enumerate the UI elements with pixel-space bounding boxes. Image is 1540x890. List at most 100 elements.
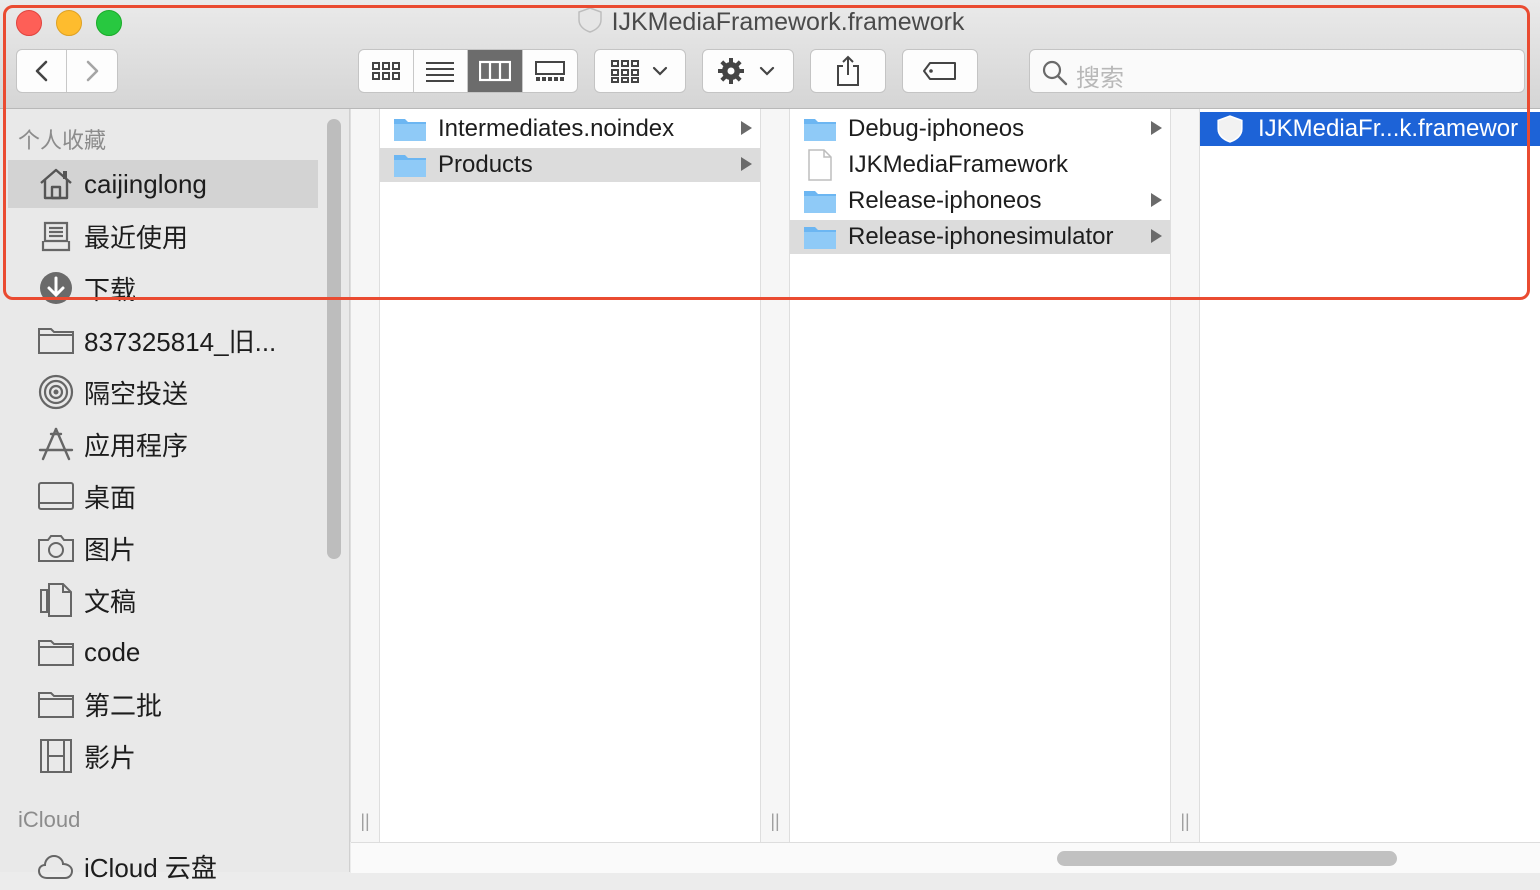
- folder-icon: [802, 116, 838, 142]
- sidebar-item-second-batch[interactable]: 第二批: [8, 680, 318, 728]
- file-name: Release-iphoneos: [848, 187, 1042, 214]
- icon-grid-icon: [371, 62, 400, 80]
- cloud-icon: [34, 846, 78, 886]
- sidebar-item-desktop[interactable]: 桌面: [8, 472, 318, 520]
- resize-grip-icon[interactable]: ||: [1171, 811, 1199, 832]
- resize-grip-icon[interactable]: ||: [351, 811, 379, 832]
- sidebar-item-home[interactable]: caijinglong: [8, 160, 318, 208]
- gallery-icon: [534, 61, 565, 81]
- sidebar-item-label: 837325814_旧...: [84, 326, 277, 357]
- disclosure-arrow-icon: [741, 121, 752, 135]
- search-field[interactable]: 搜索: [1029, 49, 1525, 93]
- group-by-button[interactable]: [594, 49, 686, 93]
- documents-icon: [34, 580, 78, 620]
- browser-column-3: IJKMediaFr...k.framewor: [1200, 109, 1540, 842]
- applications-icon: [34, 424, 78, 464]
- sidebar-item-label: iCloud 云盘: [84, 852, 217, 883]
- file-row-release-iphonesimulator[interactable]: Release-iphonesimulator: [790, 220, 1170, 254]
- sidebar-item-code[interactable]: code: [8, 628, 318, 676]
- sidebar-item-icloud-drive[interactable]: iCloud 云盘: [8, 842, 318, 890]
- nav-buttons: [16, 49, 118, 93]
- action-menu-button[interactable]: [702, 49, 794, 93]
- folder-icon: [802, 188, 838, 214]
- search-icon: [1042, 60, 1068, 86]
- sidebar-item-applications[interactable]: 应用程序: [8, 420, 318, 468]
- file-name: Release-iphonesimulator: [848, 223, 1114, 250]
- sidebar-item-label: 桌面: [84, 482, 137, 513]
- chevron-right-icon: [86, 60, 99, 82]
- column-resize-gutter[interactable]: ||: [760, 109, 790, 842]
- column-resize-gutter[interactable]: ||: [350, 109, 380, 842]
- share-icon: [837, 55, 859, 86]
- folder-icon: [392, 152, 428, 178]
- airdrop-icon: [34, 372, 78, 412]
- scrollbar-thumb[interactable]: [1057, 851, 1397, 866]
- sidebar-item-label: 最近使用: [84, 222, 189, 253]
- file-row-release-iphoneos[interactable]: Release-iphoneos: [790, 184, 1170, 218]
- list-view-button[interactable]: [414, 50, 468, 92]
- file-row-debug-iphoneos[interactable]: Debug-iphoneos: [790, 112, 1170, 146]
- home-icon: [34, 164, 78, 204]
- tag-icon: [923, 62, 956, 80]
- file-name: IJKMediaFr...k.framewor: [1258, 115, 1519, 142]
- column-view-button[interactable]: [468, 50, 523, 92]
- share-button[interactable]: [810, 49, 886, 93]
- sidebar-item-documents[interactable]: 文稿: [8, 576, 318, 624]
- icloud-header: iCloud: [18, 807, 81, 832]
- sidebar: 个人收藏 caijinglong 最近使用 下载 837325814_旧... …: [0, 109, 350, 883]
- browser-column-2: Debug-iphoneos IJKMediaFramework Release…: [790, 109, 1170, 842]
- gallery-view-button[interactable]: [523, 50, 578, 92]
- columns-icon: [478, 60, 511, 82]
- resize-grip-icon[interactable]: ||: [761, 811, 789, 832]
- tag-button[interactable]: [902, 49, 978, 93]
- sidebar-item-label: 图片: [84, 534, 137, 565]
- framework-icon: [1212, 115, 1248, 143]
- sidebar-item-folder-837325814[interactable]: 837325814_旧...: [8, 316, 318, 364]
- horizontal-scrollbar[interactable]: [351, 842, 1540, 873]
- file-name: Intermediates.noindex: [438, 115, 675, 142]
- recents-icon: [34, 216, 78, 256]
- folder-icon: [802, 224, 838, 250]
- column-resize-gutter[interactable]: ||: [1170, 109, 1200, 842]
- browser-column-1: Intermediates.noindex Products: [380, 109, 760, 842]
- folder-icon: [34, 320, 78, 360]
- sidebar-scrollbar[interactable]: [327, 119, 341, 559]
- sidebar-item-pictures[interactable]: 图片: [8, 524, 318, 572]
- sidebar-item-downloads[interactable]: 下载: [8, 264, 318, 312]
- forward-button[interactable]: [67, 50, 117, 92]
- file-row-framework-selected[interactable]: IJKMediaFr...k.framewor: [1200, 112, 1540, 146]
- window-toolbar: IJKMediaFramework.framework 搜索: [0, 0, 1540, 109]
- search-placeholder: 搜索: [1076, 65, 1124, 92]
- desktop-icon: [34, 476, 78, 516]
- sidebar-item-label: 隔空投送: [84, 378, 189, 409]
- sidebar-item-movies[interactable]: 影片: [8, 732, 318, 780]
- list-icon: [426, 62, 455, 82]
- sidebar-item-label: 影片: [84, 742, 137, 773]
- gear-icon: [718, 58, 775, 84]
- file-name: IJKMediaFramework: [848, 151, 1069, 178]
- icon-view-button[interactable]: [359, 50, 414, 92]
- sidebar-item-label: 下载: [84, 274, 137, 305]
- disclosure-arrow-icon: [1151, 121, 1162, 135]
- document-icon: [802, 149, 838, 181]
- file-row-intermediates[interactable]: Intermediates.noindex: [380, 112, 760, 146]
- view-mode-control: [358, 49, 578, 93]
- favorites-header: 个人收藏: [18, 128, 107, 153]
- window-title-bar: IJKMediaFramework.framework: [0, 6, 1540, 41]
- disclosure-arrow-icon: [1151, 229, 1162, 243]
- chevron-left-icon: [35, 60, 47, 82]
- sidebar-item-label: 应用程序: [84, 430, 189, 461]
- file-row-products[interactable]: Products: [380, 148, 760, 182]
- camera-icon: [34, 528, 78, 568]
- file-row-ijkmediaframework[interactable]: IJKMediaFramework: [790, 148, 1170, 182]
- group-grid-icon: [611, 60, 668, 83]
- file-name: Debug-iphoneos: [848, 115, 1025, 142]
- sidebar-item-label: code: [84, 636, 141, 667]
- back-button[interactable]: [17, 50, 68, 92]
- sidebar-item-airdrop[interactable]: 隔空投送: [8, 368, 318, 416]
- framework-icon: [576, 6, 604, 41]
- disclosure-arrow-icon: [741, 157, 752, 171]
- sidebar-item-label: 文稿: [84, 586, 137, 617]
- sidebar-item-recents[interactable]: 最近使用: [8, 212, 318, 260]
- window-title: IJKMediaFramework.framework: [611, 8, 965, 36]
